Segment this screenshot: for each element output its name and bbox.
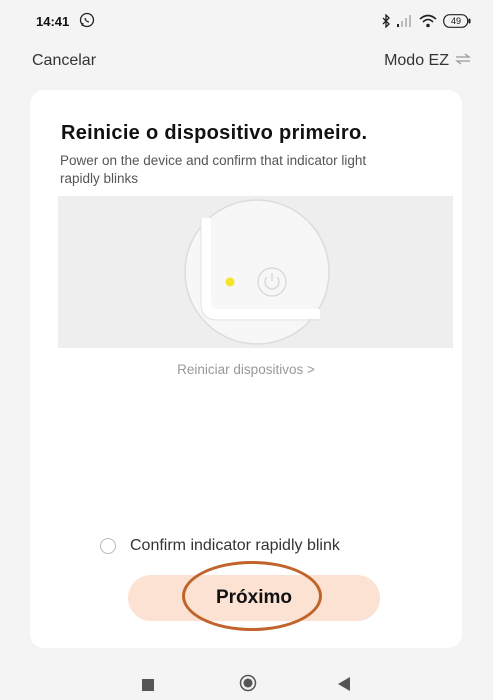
mode-label: Modo EZ — [384, 52, 449, 69]
system-nav-bar — [0, 672, 493, 700]
next-button[interactable]: Próximo — [128, 561, 380, 631]
back-button[interactable] — [338, 677, 350, 696]
page-title: Reinicie o dispositivo primeiro. — [61, 122, 368, 144]
confirm-blink-checkbox[interactable]: Confirm indicator rapidly blink — [100, 537, 340, 555]
content-card: Reinicie o dispositivo primeiro. Power o… — [30, 90, 462, 648]
radio-circle-icon[interactable] — [100, 538, 116, 554]
device-illustration — [58, 196, 453, 348]
signal-icon — [397, 15, 413, 27]
status-bar: 14:41 49 — [0, 0, 493, 40]
wifi-icon — [419, 14, 437, 28]
recent-apps-button[interactable] — [142, 678, 154, 696]
bluetooth-icon — [381, 14, 391, 28]
whatsapp-notification-icon — [79, 12, 95, 28]
home-button[interactable] — [239, 674, 257, 697]
battery-icon: 49 — [443, 14, 471, 28]
cancel-button[interactable]: Cancelar — [32, 52, 96, 70]
next-button-label: Próximo — [215, 587, 293, 608]
status-time: 14:41 — [36, 14, 70, 29]
instruction-text: Power on the device and confirm that ind… — [60, 153, 367, 186]
mode-switch-button[interactable]: Modo EZ — [384, 52, 471, 70]
swap-arrows-icon — [455, 52, 471, 70]
confirm-blink-label: Confirm indicator rapidly blink — [130, 537, 340, 554]
status-icons: 49 — [381, 12, 471, 30]
battery-level: 49 — [450, 16, 461, 26]
top-bar: Cancelar Modo EZ — [0, 44, 493, 78]
indicator-light — [225, 277, 235, 287]
reset-devices-link[interactable]: Reiniciar dispositivos > — [30, 362, 462, 377]
